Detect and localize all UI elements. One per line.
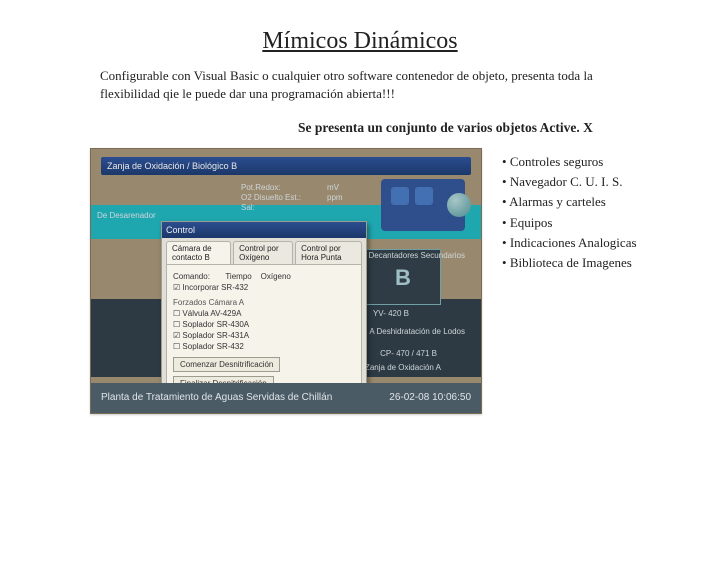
label-decant: A Decantadores Secundarios [361, 251, 465, 260]
control-dialog: Control Cámara de contacto B Control por… [161, 221, 367, 389]
label-zanja: Zanja de Oxidación A [365, 363, 441, 372]
list-item: Alarmas y carteles [502, 192, 637, 212]
field-oxigeno: Oxígeno [261, 272, 291, 281]
list-item: Biblioteca de Imagenes [502, 253, 637, 273]
bullet-list: Controles seguros Navegador C. U. I. S. … [502, 152, 637, 273]
group-label: Forzados Cámara A [173, 298, 355, 307]
list-item: Controles seguros [502, 152, 637, 172]
label-desh: A Deshidratación de Lodos [369, 327, 465, 336]
footer-right: 26-02-08 10:06:50 [389, 383, 471, 413]
window-titlebar: Zanja de Oxidación / Biológico B [101, 157, 471, 175]
label-desarenador: De Desarenador [97, 211, 156, 220]
figure-footer: Planta de Tratamiento de Aguas Servidas … [91, 383, 481, 413]
tab-camara[interactable]: Cámara de contacto B [166, 241, 231, 264]
comando-label: Comando: [173, 272, 210, 281]
tab-hora[interactable]: Control por Hora Punta [295, 241, 362, 264]
field-tiempo: Tiempo [225, 272, 251, 281]
label-ppm: ppm [327, 193, 343, 202]
chk-av429a[interactable]: Válvula AV-429A [173, 309, 355, 318]
chk-sr432b[interactable]: Soplador SR-432 [173, 342, 355, 351]
label-yv: YV- 420 B [373, 309, 409, 318]
subtitle-text: Se presenta un conjunto de varios objeto… [298, 120, 720, 136]
chk-sr430a[interactable]: Soplador SR-430A [173, 320, 355, 329]
label-cp: CP- 470 / 471 B [380, 349, 437, 358]
list-item: Indicaciones Analogicas [502, 233, 637, 253]
dialog-body: Comando: Tiempo Oxígeno Incorporar SR-43… [166, 264, 362, 396]
chk-sr431a[interactable]: Soplador SR-431A [173, 331, 355, 340]
chk-sr432[interactable]: Incorporar SR-432 [173, 283, 355, 292]
list-item: Navegador C. U. I. S. [502, 172, 637, 192]
label-mv: mV [327, 183, 339, 192]
dialog-titlebar: Control [162, 222, 366, 238]
description-text: Configurable con Visual Basic o cualquie… [100, 67, 620, 102]
label-o2: O2 Disuelto Est.: [241, 193, 301, 202]
page-title: Mímicos Dinámicos [0, 28, 720, 55]
dialog-tabs: Cámara de contacto B Control por Oxígeno… [162, 238, 366, 264]
tab-oxigeno[interactable]: Control por Oxígeno [233, 241, 293, 264]
footer-left: Planta de Tratamiento de Aguas Servidas … [101, 383, 332, 413]
screenshot-figure: Zanja de Oxidación / Biológico B B De De… [90, 148, 482, 414]
indicator-dot [447, 193, 471, 217]
btn-comenzar[interactable]: Comenzar Desnitrificación [173, 357, 280, 372]
list-item: Equipos [502, 213, 637, 233]
label-sal: Sal: [241, 203, 255, 212]
label-potredox: Pot.Redox: [241, 183, 281, 192]
